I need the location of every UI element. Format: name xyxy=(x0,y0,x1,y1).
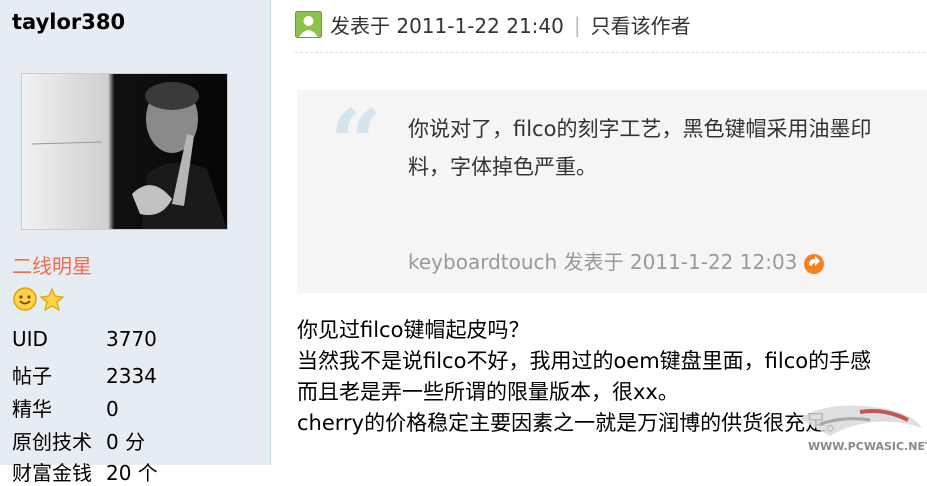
stat-value[interactable]: 0 xyxy=(106,397,119,421)
author-rank: 二线明星 xyxy=(12,254,92,278)
stat-value[interactable]: 3770 xyxy=(106,327,157,351)
stat-original-tech: 原创技术 0 分 xyxy=(12,426,272,455)
quote-source-text: keyboardtouch 发表于 2011-1-22 12:03 xyxy=(408,250,798,274)
stat-value: 0 分 xyxy=(106,430,146,454)
star-icon xyxy=(39,287,65,312)
quote-text: 你说对了，filco的刻字工艺，黑色键帽采用油墨印 料，字体掉色严重。 xyxy=(408,110,927,186)
rank-icons xyxy=(12,286,66,316)
post-body-line: 当然我不是说filco不好，我用过的oem键盘里面，filco的手感 xyxy=(297,349,872,373)
online-status-icon xyxy=(295,11,322,38)
quote-line: 你说对了，filco的刻字工艺，黑色键帽采用油墨印 xyxy=(408,117,872,141)
goto-post-icon[interactable] xyxy=(803,253,825,275)
avatar-image xyxy=(22,74,227,229)
watermark-text: WWW.PCWASIC.NET xyxy=(808,440,927,453)
post-body-line: 你见过filco键帽起皮吗？ xyxy=(297,318,530,342)
post-timestamp: 发表于 2011-1-22 21:40 xyxy=(330,14,564,38)
smiley-medal-icon xyxy=(13,287,37,311)
post-body-line: 而且老是弄一些所谓的限量版本，很xx。 xyxy=(297,380,679,404)
post-body: 你见过filco键帽起皮吗？ 当然我不是说filco不好，我用过的oem键盘里面… xyxy=(297,315,871,439)
quote-mark-icon: “ xyxy=(330,90,382,196)
header-divider xyxy=(295,52,927,53)
quote-line: 料，字体掉色严重。 xyxy=(408,155,597,179)
stat-digest: 精华 0 xyxy=(12,393,272,422)
author-avatar[interactable] xyxy=(21,73,228,230)
stat-label: 帖子 xyxy=(12,364,52,388)
post-header: 发表于 2011-1-22 21:40 | 只看该作者 xyxy=(295,10,691,40)
stat-value[interactable]: 2334 xyxy=(106,364,157,388)
stat-label: 精华 xyxy=(12,397,52,421)
stat-label: 财富金钱 xyxy=(12,461,92,485)
watermark-logo: WWW.PCWASIC.NET xyxy=(800,405,927,453)
stat-uid: UID 3770 xyxy=(12,327,272,351)
stat-posts: 帖子 2334 xyxy=(12,360,272,389)
stat-label: 原创技术 xyxy=(12,430,92,454)
stat-money: 财富金钱 20 个 xyxy=(12,457,272,486)
author-only-link[interactable]: 只看该作者 xyxy=(591,14,691,38)
post-body-line: cherry的价格稳定主要因素之一就是万润博的供货很充足。 xyxy=(297,411,848,435)
author-username[interactable]: taylor380 xyxy=(12,10,125,34)
site-watermark: WWW.PCWASIC.NET xyxy=(790,398,927,460)
stat-label: UID xyxy=(12,327,48,351)
quote-source: keyboardtouch 发表于 2011-1-22 12:03 xyxy=(408,246,825,275)
header-separator: | xyxy=(573,12,581,37)
